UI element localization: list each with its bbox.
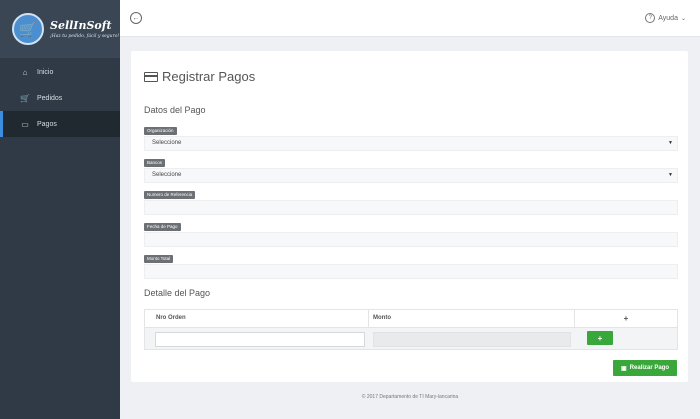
help-menu[interactable]: ? Ayuda ⌄ (645, 13, 686, 23)
help-label: Ayuda (658, 14, 678, 22)
page-title-text: Registrar Pagos (162, 69, 256, 84)
chevron-down-icon: ⌄ (680, 15, 686, 22)
sidebar-item-label: Inicio (37, 68, 54, 76)
fecha-label: Fecha de Pago (144, 223, 181, 231)
detail-table: Nro Orden Monto + + (144, 309, 678, 350)
help-icon: ? (645, 13, 656, 23)
fecha-input[interactable] (144, 232, 678, 247)
brand-name: SellInSoft (50, 19, 112, 32)
referencia-input[interactable] (144, 200, 678, 215)
section-title-payment: Datos del Pago (144, 105, 206, 115)
sidebar-item-pagos[interactable]: ▭ Pagos (0, 111, 120, 137)
home-icon: ⌂ (22, 67, 28, 77)
section-title-detail: Detalle del Pago (144, 288, 211, 298)
bancos-select[interactable]: Seleccione ▼ (144, 168, 678, 183)
bancos-label: Bancos (144, 159, 166, 167)
add-row-button[interactable]: + (587, 331, 613, 345)
save-icon: ▣ (620, 365, 627, 372)
sidebar-item-label: Pagos (37, 120, 57, 128)
realizar-pago-button[interactable]: ▣ Realizar Pago (613, 360, 677, 376)
logo-cart-icon: 🛒 (12, 13, 44, 45)
sidebar-item-pedidos[interactable]: 🛒 Pedidos (0, 85, 120, 111)
topbar: ← ? Ayuda ⌄ (120, 0, 700, 37)
credit-card-icon: ▭ (21, 119, 29, 129)
column-header-add: + (623, 314, 629, 323)
brand-text: SellInSoft ¡Haz tu pedido, fácil y segur… (50, 19, 119, 39)
column-header-nro-orden: Nro Orden (145, 310, 369, 327)
organizacion-select[interactable]: Seleccione ▼ (144, 136, 678, 151)
sidebar: 🛒 SellInSoft ¡Haz tu pedido, fácil y seg… (0, 0, 120, 419)
main-card: Registrar Pagos Datos del Pago Organizac… (131, 51, 688, 382)
realizar-pago-label: Realizar Pago (629, 365, 670, 371)
column-header-monto: Monto (369, 310, 575, 327)
table-row: + (145, 327, 677, 349)
organizacion-label: Organización (144, 127, 177, 135)
monto-total-input[interactable] (144, 264, 678, 279)
credit-card-icon (144, 71, 158, 82)
monto-input (373, 332, 571, 347)
sidebar-item-inicio[interactable]: ⌂ Inicio (0, 59, 120, 85)
add-row-label: + (597, 333, 603, 343)
nro-orden-input[interactable] (155, 332, 365, 347)
monto-total-label: Monto Total (144, 255, 174, 263)
bancos-value: Seleccione (152, 172, 182, 178)
cart-icon: 🛒 (20, 93, 30, 103)
caret-down-icon: ▼ (668, 172, 673, 178)
sidebar-item-label: Pedidos (37, 94, 63, 102)
back-arrow-icon[interactable]: ← (130, 12, 142, 24)
page-title: Registrar Pagos (144, 69, 255, 84)
brand-tagline: ¡Haz tu pedido, fácil y seguro! (50, 34, 120, 39)
brand[interactable]: 🛒 SellInSoft ¡Haz tu pedido, fácil y seg… (0, 0, 120, 58)
caret-down-icon: ▼ (668, 140, 673, 146)
footer: © 2017 Departamento de TI Mary-lancarina (361, 394, 459, 400)
referencia-label: Numero de Referencia (144, 191, 196, 199)
organizacion-value: Seleccione (152, 140, 182, 146)
